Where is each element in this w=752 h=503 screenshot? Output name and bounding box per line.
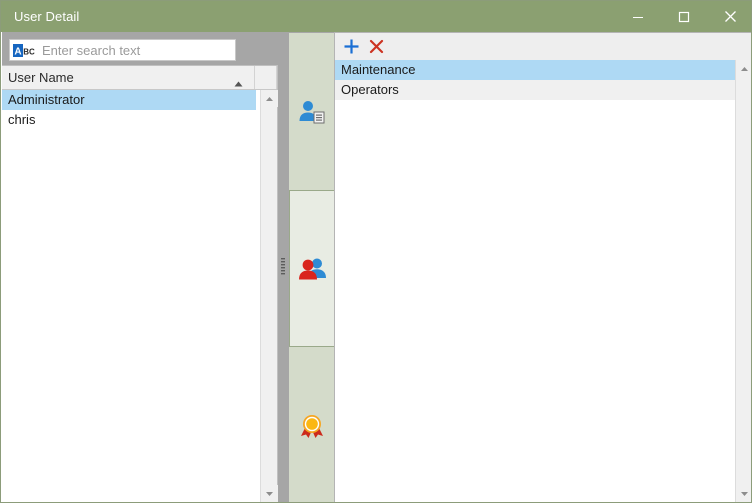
scroll-up-button[interactable] bbox=[736, 60, 751, 77]
scroll-up-arrow-icon bbox=[266, 96, 273, 101]
list-item[interactable]: Operators bbox=[335, 80, 735, 100]
splitter-grip-icon bbox=[281, 258, 285, 283]
user-name-cell: chris bbox=[8, 112, 36, 127]
list-item[interactable]: Maintenance bbox=[335, 60, 735, 80]
vertical-tab-strip bbox=[287, 32, 335, 502]
scroll-down-arrow-icon bbox=[741, 491, 748, 496]
scroll-down-button[interactable] bbox=[736, 485, 751, 502]
scroll-up-arrow-icon bbox=[741, 66, 748, 71]
add-button[interactable] bbox=[339, 34, 364, 59]
window-body: A BC User Name bbox=[2, 32, 751, 502]
plus-icon bbox=[344, 39, 359, 54]
users-pane: A BC User Name bbox=[2, 32, 278, 502]
scrollbar-track[interactable] bbox=[736, 77, 751, 485]
minimize-button[interactable] bbox=[615, 1, 661, 32]
search-input[interactable] bbox=[35, 42, 235, 58]
sort-ascending-icon bbox=[234, 75, 243, 90]
pane-splitter[interactable] bbox=[278, 32, 287, 502]
maximize-icon bbox=[678, 11, 690, 22]
user-detail-window: User Detail A BC Enter search text User … bbox=[0, 0, 752, 503]
abc-icon: A BC bbox=[13, 43, 35, 57]
group-name: Operators bbox=[341, 82, 399, 97]
user-name-cell: Administrator bbox=[8, 92, 85, 107]
scrollbar-track[interactable] bbox=[261, 107, 277, 485]
table-row[interactable]: chris bbox=[2, 110, 256, 130]
tab-user-details[interactable] bbox=[289, 33, 334, 190]
user-grid-header: User Name bbox=[2, 66, 277, 90]
award-rosette-icon bbox=[297, 411, 327, 439]
delete-button[interactable] bbox=[364, 34, 389, 59]
close-icon bbox=[724, 11, 736, 22]
scroll-up-button[interactable] bbox=[261, 90, 278, 107]
scroll-down-arrow-icon bbox=[266, 491, 273, 496]
user-grid: User Name Administrator chris bbox=[2, 65, 278, 502]
maximize-button[interactable] bbox=[661, 1, 707, 32]
search-box[interactable]: A BC bbox=[9, 39, 236, 61]
user-grid-rows: Administrator chris bbox=[2, 90, 256, 502]
groups-pane: Maintenance Operators bbox=[334, 32, 751, 502]
user-card-icon bbox=[298, 99, 326, 125]
window-controls bbox=[615, 1, 751, 32]
column-header-user-name[interactable]: User Name bbox=[2, 66, 256, 90]
user-grid-scrollbar[interactable] bbox=[260, 90, 278, 502]
column-header-blank[interactable] bbox=[255, 66, 277, 89]
group-name: Maintenance bbox=[341, 62, 416, 77]
table-row[interactable]: Administrator bbox=[2, 90, 256, 110]
minimize-icon bbox=[633, 16, 643, 18]
tab-user-permissions[interactable] bbox=[289, 347, 334, 502]
window-title: User Detail bbox=[14, 9, 80, 24]
cross-icon bbox=[369, 39, 384, 54]
scroll-down-button[interactable] bbox=[261, 485, 278, 502]
group-list: Maintenance Operators bbox=[335, 60, 735, 502]
groups-toolbar bbox=[335, 33, 751, 60]
close-button[interactable] bbox=[707, 1, 751, 32]
users-group-icon bbox=[298, 256, 328, 282]
svg-text:BC: BC bbox=[23, 47, 35, 56]
svg-text:A: A bbox=[14, 46, 21, 57]
tab-user-groups[interactable] bbox=[289, 190, 335, 347]
group-list-scrollbar[interactable] bbox=[735, 60, 751, 502]
title-bar: User Detail bbox=[1, 1, 751, 32]
column-header-user-name-label: User Name bbox=[8, 70, 74, 85]
